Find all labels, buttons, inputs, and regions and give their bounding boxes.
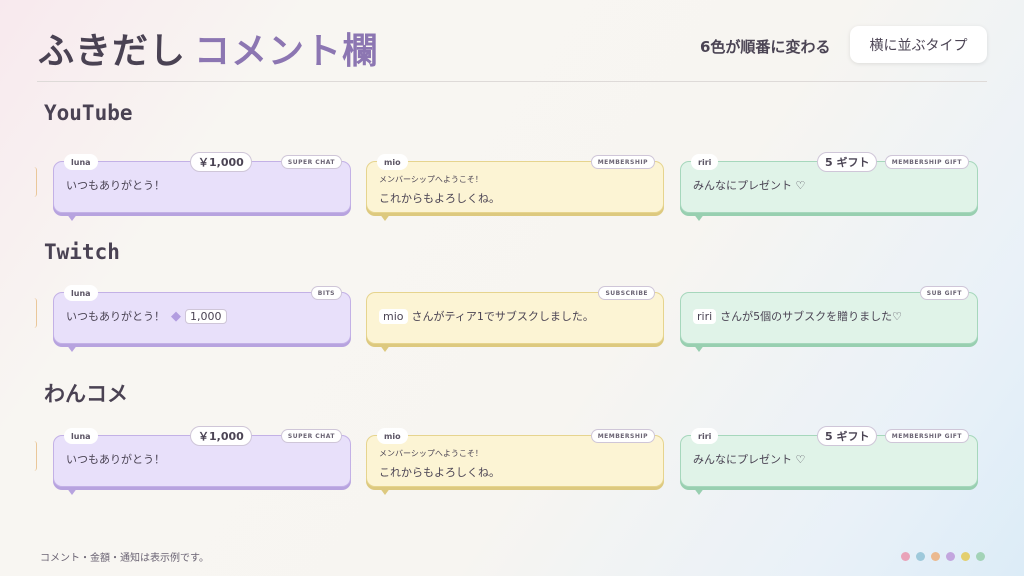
username-pill: luna — [64, 154, 98, 170]
comment-message: riri さんが5個のサブスクを贈りました♡ — [693, 308, 902, 324]
bits-gem-icon: ◆ — [171, 308, 181, 324]
event-type-tag: MEMBERSHIP — [590, 429, 655, 443]
previous-bubble-edge — [34, 167, 37, 197]
comment-message: いつもありがとう！ ◆ 1,000 — [66, 308, 227, 324]
event-type-tag: MEMBERSHIP GIFT — [884, 429, 969, 443]
bubble-tail — [66, 213, 78, 221]
comment-message: メンバーシップへようこそ！ これからもよろしくね。 — [379, 174, 500, 206]
message-text: いつもありがとう！ — [66, 179, 165, 192]
comment-message: いつもありがとう！ — [66, 451, 165, 467]
username-pill: mio — [377, 428, 408, 444]
bubble-tail — [379, 344, 391, 352]
amount-badge: 5 ギフト — [817, 426, 878, 446]
section-title: YouTube — [44, 101, 133, 125]
color-dots — [901, 552, 985, 561]
bubble-tail — [379, 213, 391, 221]
bubble-tail — [66, 487, 78, 495]
layout-type-button[interactable]: 横に並ぶタイプ — [850, 26, 987, 63]
comment-bubble: riri 5 ギフト MEMBERSHIP GIFT みんなにプレゼント ♡ — [680, 426, 978, 495]
bubble-tail — [693, 213, 705, 221]
bits-amount: 1,000 — [185, 308, 227, 324]
page-header: ふきだし コメント欄 6色が順番に変わる 横に並ぶタイプ — [0, 0, 1024, 82]
message-text: みんなにプレゼント ♡ — [693, 179, 806, 192]
comment-message: メンバーシップへようこそ！ これからもよろしくね。 — [379, 448, 500, 480]
previous-bubble-edge — [34, 298, 37, 328]
color-dot — [901, 552, 910, 561]
bubble-tail — [693, 487, 705, 495]
title-part-2: コメント欄 — [194, 31, 380, 72]
color-cycle-note: 6色が順番に変わる — [700, 38, 831, 56]
comment-message: みんなにプレゼント ♡ — [693, 177, 805, 193]
section-title: Twitch — [44, 240, 120, 264]
message-text: さんがティア1でサブスクしました。 — [411, 310, 594, 323]
comment-bubble: riri 5 ギフト MEMBERSHIP GIFT みんなにプレゼント ♡ — [680, 152, 978, 221]
amount-badge: 5 ギフト — [817, 152, 878, 172]
bubble-tail — [379, 487, 391, 495]
event-type-tag: SUB GIFT — [919, 286, 969, 300]
event-type-tag: MEMBERSHIP — [590, 155, 655, 169]
event-type-tag: SUPER CHAT — [280, 155, 342, 169]
disclaimer-note: コメント・金額・通知は表示例です。 — [40, 553, 209, 564]
username-pill: mio — [377, 154, 408, 170]
inline-username: mio — [379, 308, 408, 324]
comment-bubble: luna ￥1,000 SUPER CHAT いつもありがとう！ — [53, 152, 351, 221]
message-text: さんが5個のサブスクを贈りました♡ — [720, 310, 903, 323]
comment-bubble: mio MEMBERSHIP メンバーシップへようこそ！ これからもよろしくね。 — [366, 428, 664, 495]
comment-bubble: SUBSCRIBE mio さんがティア1でサブスクしました。 — [366, 286, 664, 352]
comment-message: いつもありがとう！ — [66, 177, 165, 193]
comment-bubble: mio MEMBERSHIP メンバーシップへようこそ！ これからもよろしくね。 — [366, 154, 664, 221]
message-text: これからもよろしくね。 — [379, 192, 500, 205]
notice-text: メンバーシップへようこそ！ — [379, 175, 483, 184]
comment-bubble: luna BITS いつもありがとう！ ◆ 1,000 — [53, 285, 351, 352]
comment-message: みんなにプレゼント ♡ — [693, 451, 805, 467]
color-dot — [946, 552, 955, 561]
color-dot — [961, 552, 970, 561]
bubble-tail — [693, 344, 705, 352]
notice-text: メンバーシップへようこそ！ — [379, 449, 483, 458]
username-pill: riri — [691, 428, 719, 444]
username-pill: luna — [64, 428, 98, 444]
username-pill: riri — [691, 154, 719, 170]
title-part-1: ふきだし — [38, 31, 187, 72]
page-title: ふきだし コメント欄 — [38, 22, 379, 74]
header-divider — [37, 81, 987, 82]
message-text: いつもありがとう！ — [66, 453, 165, 466]
color-dot — [976, 552, 985, 561]
message-text: いつもありがとう！ — [66, 310, 165, 323]
color-dot — [916, 552, 925, 561]
comment-message: mio さんがティア1でサブスクしました。 — [379, 308, 594, 324]
previous-bubble-edge — [34, 441, 37, 471]
bubble-tail — [66, 344, 78, 352]
inline-username: riri — [693, 308, 717, 324]
event-type-tag: MEMBERSHIP GIFT — [884, 155, 969, 169]
amount-badge: ￥1,000 — [190, 426, 252, 446]
amount-badge: ￥1,000 — [190, 152, 252, 172]
message-text: みんなにプレゼント ♡ — [693, 453, 806, 466]
username-pill: luna — [64, 285, 98, 301]
color-dot — [931, 552, 940, 561]
event-type-tag: SUPER CHAT — [280, 429, 342, 443]
event-type-tag: SUBSCRIBE — [598, 286, 655, 300]
comment-bubble: SUB GIFT riri さんが5個のサブスクを贈りました♡ — [680, 286, 978, 352]
comment-bubble: luna ￥1,000 SUPER CHAT いつもありがとう！ — [53, 426, 351, 495]
section-title: わんコメ — [44, 382, 128, 406]
message-text: これからもよろしくね。 — [379, 466, 500, 479]
event-type-tag: BITS — [310, 286, 342, 300]
